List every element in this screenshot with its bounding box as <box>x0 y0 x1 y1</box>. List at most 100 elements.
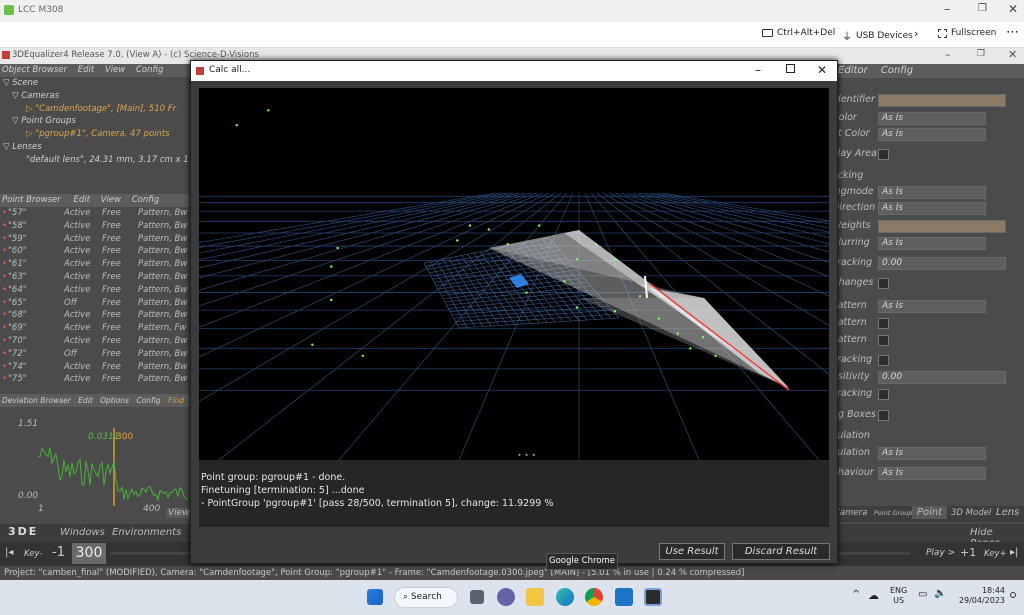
tree-point-groups[interactable]: ▽ Point Groups <box>0 115 192 128</box>
monitor-icon[interactable]: ▭ <box>918 589 927 600</box>
windows-start-icon[interactable] <box>367 589 383 605</box>
attr-checkbox[interactable] <box>878 318 889 329</box>
attr-select[interactable]: As Is <box>878 467 986 480</box>
tree-cameras[interactable]: ▽ Cameras <box>0 90 192 103</box>
tree-camera-item[interactable]: ▷ "Camdenfootage", [Main], 510 Fr <box>0 103 192 116</box>
attr-select[interactable]: As Is <box>878 237 986 250</box>
menu-pb-view[interactable]: View <box>101 195 121 205</box>
attr-text-field[interactable] <box>878 220 1006 233</box>
attr-select[interactable]: As Is <box>878 300 986 313</box>
menu-ae-config[interactable]: Config <box>881 65 913 76</box>
teams-icon[interactable] <box>497 588 515 606</box>
language-indicator[interactable]: ENG US <box>890 586 907 606</box>
usb-devices-button[interactable]: ⏚ USB Devices <box>842 28 913 44</box>
menu-config[interactable]: Config <box>136 65 163 75</box>
point-row[interactable]: • "69" Active Free Pattern, Fw <box>0 322 192 335</box>
point-row[interactable]: • "58" Active Free Pattern, Bw <box>0 220 192 233</box>
menu-pb-config[interactable]: Config <box>132 195 159 205</box>
menu-db-options[interactable]: Options <box>100 396 129 405</box>
app-minimize-icon[interactable]: – <box>945 48 951 61</box>
dialog-close-icon[interactable]: ✕ <box>817 63 827 77</box>
tab-point[interactable]: Point <box>912 506 948 519</box>
point-row[interactable]: • "61" Active Free Pattern, Bw <box>0 258 192 271</box>
app-maximize-icon[interactable]: ❐ <box>977 49 985 59</box>
fullscreen-button[interactable]: Fullscreen <box>938 28 996 38</box>
menu-environments[interactable]: Environments <box>112 527 181 538</box>
menu-edit[interactable]: Edit <box>78 65 94 75</box>
play-button[interactable]: Play > <box>926 548 955 558</box>
tree-pointgroup-item[interactable]: ▷ "pgroup#1", Camera, 47 points <box>0 128 192 141</box>
menu-db-find[interactable]: Find <box>168 396 184 405</box>
dialog-maximize-icon[interactable] <box>786 64 795 73</box>
point-row[interactable]: • "68" Active Free Pattern, Bw <box>0 309 192 322</box>
attr-select[interactable]: As Is <box>878 112 986 125</box>
attr-checkbox[interactable] <box>878 355 889 366</box>
menu-editor[interactable]: Editor <box>838 65 868 76</box>
attr-checkbox[interactable] <box>878 149 889 160</box>
tab-lens[interactable]: Lens <box>996 507 1019 518</box>
point-row[interactable]: • "63" Active Free Pattern, Bw <box>0 271 192 284</box>
tree-scene[interactable]: ▽ Scene <box>0 77 192 90</box>
step-back-button[interactable]: -1 <box>52 545 65 560</box>
menu-object-browser[interactable]: Object Browser <box>2 65 67 75</box>
key-prev-button[interactable]: Key- <box>24 549 42 559</box>
dialog-minimize-icon[interactable]: – <box>755 63 761 77</box>
chevron-up-icon[interactable]: ^ <box>852 589 860 600</box>
point-row[interactable]: • "64" Active Free Pattern, Bw <box>0 284 192 297</box>
menu-db-edit[interactable]: Edit <box>78 396 93 405</box>
tab-3d-model[interactable]: 3D Model <box>951 508 991 518</box>
volume-icon[interactable]: 🔈 <box>934 588 946 599</box>
attr-select[interactable]: As Is <box>878 128 986 141</box>
view-button[interactable]: View <box>166 508 192 518</box>
close-icon[interactable]: ✕ <box>1008 2 1018 16</box>
point-row[interactable]: • "57" Active Free Pattern, Bw <box>0 207 192 220</box>
attr-number-field[interactable]: 0.00 <box>878 371 1006 384</box>
menu-db-config[interactable]: Config <box>136 396 160 405</box>
tab-point-group[interactable]: Point Group <box>874 509 912 517</box>
attr-checkbox[interactable] <box>878 410 889 421</box>
menu-point-browser[interactable]: Point Browser <box>2 195 61 205</box>
point-row[interactable]: • "72" Off Free Pattern, Bw <box>0 348 192 361</box>
next-icon[interactable]: ▸| <box>1010 547 1018 558</box>
more-icon[interactable]: ⋯ <box>1006 25 1019 40</box>
menu-pb-edit[interactable]: Edit <box>73 195 89 205</box>
step-forward-button[interactable]: +1 <box>960 546 976 559</box>
menu-windows[interactable]: Windows <box>60 527 105 538</box>
tree-lens-item[interactable]: "default lens", 24.31 mm, 3.17 cm x 1 <box>0 154 192 167</box>
3d-viewport[interactable]: • • • <box>199 88 829 460</box>
task-view-icon[interactable] <box>470 590 484 604</box>
maximize-icon[interactable]: ❐ <box>978 3 987 14</box>
point-row[interactable]: • "70" Active Free Pattern, Bw <box>0 335 192 348</box>
prev-icon[interactable]: |◂ <box>5 547 13 558</box>
point-row[interactable]: • "75" Active Free Pattern, Bw <box>0 373 192 386</box>
menu-deviation-browser[interactable]: Deviation Browser <box>2 396 71 405</box>
menu-view[interactable]: View <box>105 65 125 75</box>
attr-checkbox[interactable] <box>878 389 889 400</box>
chevron-right-icon[interactable]: › <box>914 27 918 40</box>
attr-select[interactable]: As Is <box>878 186 986 199</box>
remote-app-icon[interactable] <box>615 588 633 606</box>
edge-icon[interactable] <box>556 588 574 606</box>
attr-select[interactable]: As Is <box>878 202 986 215</box>
weather-icon[interactable]: ☁ <box>868 589 879 602</box>
file-explorer-icon[interactable] <box>526 588 544 606</box>
lcc-app-icon[interactable] <box>644 588 662 606</box>
attr-checkbox[interactable] <box>878 335 889 346</box>
attr-number-field[interactable]: 0.00 <box>878 257 1006 270</box>
point-row[interactable]: • "59" Active Free Pattern, Bw <box>0 233 192 246</box>
minimize-icon[interactable]: – <box>944 2 950 16</box>
attr-text-field[interactable] <box>878 94 1006 107</box>
key-next-button[interactable]: Key+ <box>984 549 1007 559</box>
point-row[interactable]: • "65" Off Free Pattern, Bw <box>0 297 192 310</box>
notification-icon[interactable] <box>1010 592 1016 598</box>
point-row[interactable]: • "74" Active Free Pattern, Bw <box>0 361 192 374</box>
taskbar-search[interactable]: ⌕ Search <box>394 587 458 608</box>
attr-checkbox[interactable] <box>878 278 889 289</box>
deviation-graph[interactable] <box>38 428 188 506</box>
discard-result-button[interactable]: Discard Result <box>732 543 830 560</box>
clock[interactable]: 18:44 29/04/2023 <box>955 586 1005 606</box>
tree-lenses[interactable]: ▽ Lenses <box>0 141 192 154</box>
use-result-button[interactable]: Use Result <box>659 543 725 560</box>
chrome-icon[interactable] <box>585 588 603 606</box>
frame-field[interactable]: 300 <box>72 543 106 564</box>
